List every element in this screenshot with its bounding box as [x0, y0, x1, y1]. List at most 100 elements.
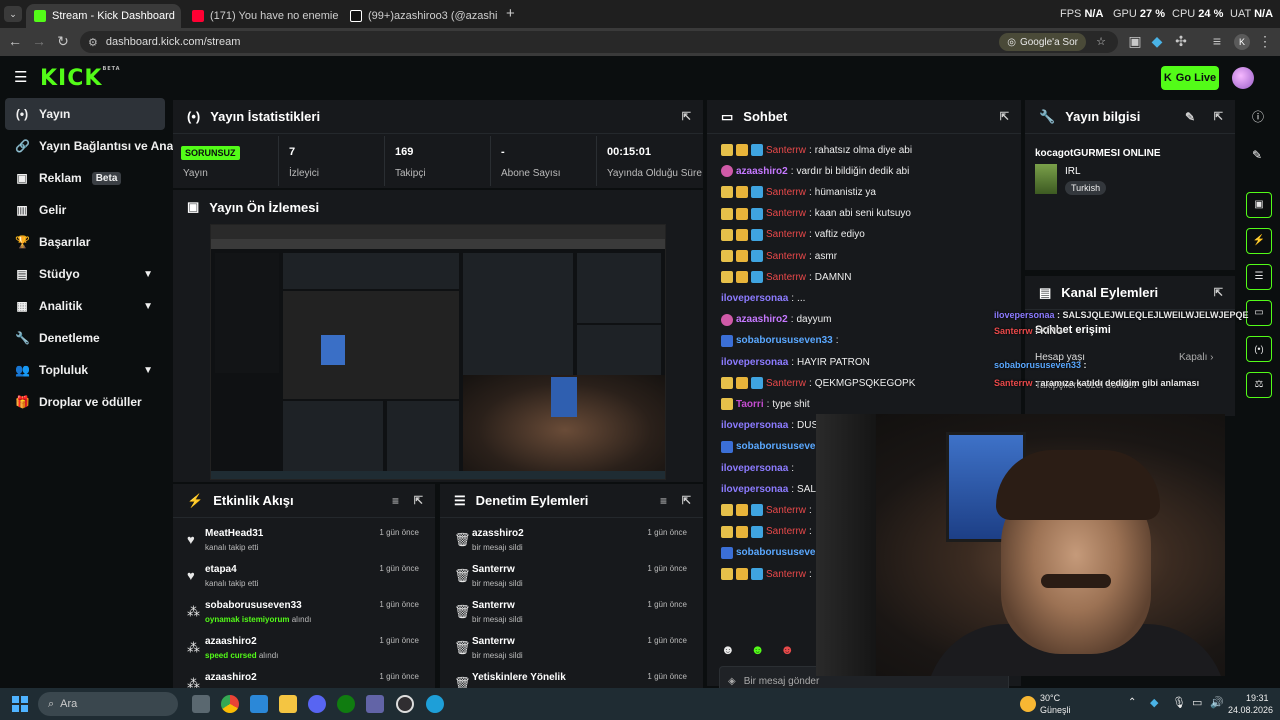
filter-icon[interactable]: ≡	[392, 494, 399, 508]
chat-message[interactable]: Santerrw: hümanistiz ya	[721, 182, 876, 202]
sidebar-item-3[interactable]: ▥ Gelir	[5, 194, 165, 226]
chat-username[interactable]: ilovepersonaa	[721, 463, 788, 474]
popout-icon[interactable]: ⇱	[1000, 110, 1009, 123]
chat-message[interactable]: Santerrw:	[721, 522, 815, 542]
hamburger-menu-icon[interactable]: ☰	[14, 68, 27, 86]
sidebar-item-6[interactable]: ▦ Analitik ▼	[5, 290, 165, 322]
chat-message[interactable]: ilovepersonaa:	[721, 458, 797, 478]
chat-message[interactable]: Santerrw:	[721, 564, 815, 584]
chat-username[interactable]: ilovepersonaa	[721, 484, 788, 495]
extension-icon[interactable]: ▣	[1126, 33, 1144, 50]
popout-icon[interactable]: ⇱	[414, 494, 423, 507]
info-icon[interactable]: ⓘ	[1252, 108, 1264, 125]
reload-icon[interactable]: ↻	[54, 33, 72, 50]
sidebar-item-5[interactable]: ▤ Stüdyo ▼	[5, 258, 165, 290]
browser-menu-icon[interactable]: ⋮	[1256, 33, 1274, 50]
chat-message[interactable]: Santerrw:	[721, 500, 815, 520]
sidebar-item-7[interactable]: 🔧 Denetleme	[5, 322, 165, 354]
chat-username[interactable]: Santerrw	[766, 569, 806, 580]
url-bar[interactable]: ⚙ dashboard.kick.com/stream ◎ Google'a S…	[80, 31, 1118, 53]
emote-icon[interactable]: ☻	[751, 642, 765, 657]
activity-item[interactable]: ♥ etapa4 kanalı takip etti 1 gün önce	[183, 560, 425, 596]
tab-list-button[interactable]: ⌄	[4, 6, 22, 22]
stream-preview-video[interactable]	[210, 224, 666, 480]
tab-tiktok[interactable]: (99+)azashiroo3 (@azashiroo3) ✕	[342, 4, 497, 28]
bookmark-star-icon[interactable]: ☆	[1096, 35, 1106, 48]
popout-icon[interactable]: ⇱	[1214, 286, 1223, 299]
sidebar-item-8[interactable]: 👥 Topluluk ▼	[5, 354, 165, 386]
chat-username[interactable]: Santerrw	[766, 378, 806, 389]
chat-username[interactable]: sobaborususeven33	[736, 335, 833, 346]
google-ask-button[interactable]: ◎ Google'a Sor	[999, 33, 1086, 51]
sidebar-item-0[interactable]: (•) Yayın	[5, 98, 165, 130]
activity-item[interactable]: ⁂ azaashiro2 speed cursed alındı 1 gün önce	[183, 632, 425, 668]
moderation-item[interactable]: 🗑 azasshiro2 bir mesajı sildi 1 gün önce	[450, 524, 693, 560]
activity-item[interactable]: ⁂ sobaborususeven33 oynamak istemiyorum al…	[183, 596, 425, 632]
tab-youtube[interactable]: (171) You have no enemies. ✕	[184, 4, 338, 28]
start-icon[interactable]	[12, 696, 28, 712]
kick-logo[interactable]: KICKBETA	[40, 66, 121, 91]
emote-icon[interactable]: ☻	[780, 642, 794, 657]
chat-message[interactable]: Santerrw: vaftiz ediyo	[721, 225, 865, 245]
chrome-icon[interactable]	[221, 695, 239, 713]
chat-message[interactable]: Taorri: type shit	[721, 394, 810, 414]
tray-chevron-icon[interactable]: ⌃	[1128, 697, 1136, 708]
chat-username[interactable]: Santerrw	[766, 145, 806, 156]
category-name[interactable]: IRL	[1065, 166, 1081, 177]
sidebar-item-9[interactable]: 🎁 Droplar ve ödüller	[5, 386, 165, 418]
chat-username[interactable]: Santerrw	[766, 187, 806, 198]
new-tab-button[interactable]: +	[506, 5, 515, 22]
edit-icon[interactable]: ✎	[1185, 110, 1195, 124]
chat-username[interactable]: ilovepersonaa	[721, 357, 788, 368]
sidebar-item-1[interactable]: 🔗 Yayın Bağlantısı ve Anahtarı	[5, 130, 199, 162]
moderation-item[interactable]: 🗑 Santerrw bir mesajı sildi 1 gün önce	[450, 560, 693, 596]
puzzle-icon[interactable]: ✣	[1172, 33, 1190, 50]
extension-blue-icon[interactable]: ◆	[1148, 33, 1166, 50]
chat-message[interactable]: ilovepersonaa: HAYIR PATRON	[721, 352, 870, 372]
chat-message[interactable]: ilovepersonaa: SALS	[721, 479, 823, 499]
volume-icon[interactable]: 🔊	[1210, 696, 1224, 709]
task-view-icon[interactable]	[192, 695, 210, 713]
chat-message[interactable]: azaashiro2: dayyum	[721, 310, 832, 330]
sidebar-item-4[interactable]: 🏆 Başarılar	[5, 226, 165, 258]
site-info-icon[interactable]: ⚙	[88, 36, 98, 49]
back-icon[interactable]: ←	[6, 33, 24, 49]
chat-message[interactable]: ilovepersonaa:...	[721, 288, 805, 308]
profile-avatar[interactable]: K	[1234, 34, 1250, 50]
folder-icon[interactable]	[279, 695, 297, 713]
chat-username[interactable]: azaashiro2	[736, 166, 788, 177]
chat-username[interactable]: ilovepersonaa	[721, 420, 788, 431]
chevron-down-icon[interactable]: ▼	[143, 301, 153, 312]
edge-icon[interactable]	[426, 695, 444, 713]
chat-message[interactable]: Santerrw: QEKMGPSQKEGOPK	[721, 373, 915, 393]
chat-message[interactable]: Santerrw: asmr	[721, 246, 837, 266]
rail-chat-icon[interactable]: ▭	[1246, 300, 1272, 326]
edit-pencil-icon[interactable]: ✎	[1252, 148, 1262, 162]
popout-icon[interactable]: ⇱	[1214, 110, 1223, 123]
chevron-down-icon[interactable]: ▼	[143, 365, 153, 376]
rail-mod-icon[interactable]: ⚖	[1246, 372, 1272, 398]
tray-app-icon[interactable]: ◆	[1150, 696, 1158, 709]
rail-activity-icon[interactable]: ⚡	[1246, 228, 1272, 254]
chat-username[interactable]: Santerrw	[766, 251, 806, 262]
activity-item[interactable]: ♥ MeatHead31 kanalı takip etti 1 gün önce	[183, 524, 425, 560]
chat-username[interactable]: ilovepersonaa	[721, 293, 788, 304]
tab-kick-dashboard[interactable]: Stream - Kick Dashboard ✕	[26, 4, 181, 28]
xbox-icon[interactable]	[337, 695, 355, 713]
filter-icon[interactable]: ≡	[660, 494, 667, 508]
chat-message[interactable]: sobaborususeven:	[721, 437, 830, 457]
chat-message[interactable]: ilovepersonaa: DUSU	[721, 416, 825, 436]
emote-icon[interactable]: ☻	[721, 642, 735, 657]
chat-username[interactable]: Santerrw	[766, 208, 806, 219]
chat-username[interactable]: sobaborususeven	[736, 441, 822, 452]
user-avatar[interactable]	[1232, 67, 1254, 89]
rail-stats-icon[interactable]: ▣	[1246, 192, 1272, 218]
account-age-value[interactable]: Kapalı ›	[1179, 352, 1213, 363]
chat-message[interactable]: sobaborususeven:	[721, 543, 830, 563]
chat-username[interactable]: Taorri	[736, 399, 764, 410]
chat-message[interactable]: Santerrw: kaan abi seni kutsuyo	[721, 204, 911, 224]
mic-icon[interactable]: 🎙	[1172, 696, 1186, 709]
chevron-down-icon[interactable]: ▼	[143, 269, 153, 280]
go-live-button[interactable]: K Go Live	[1161, 66, 1219, 90]
rail-broadcast-icon[interactable]: (•)	[1246, 336, 1272, 362]
